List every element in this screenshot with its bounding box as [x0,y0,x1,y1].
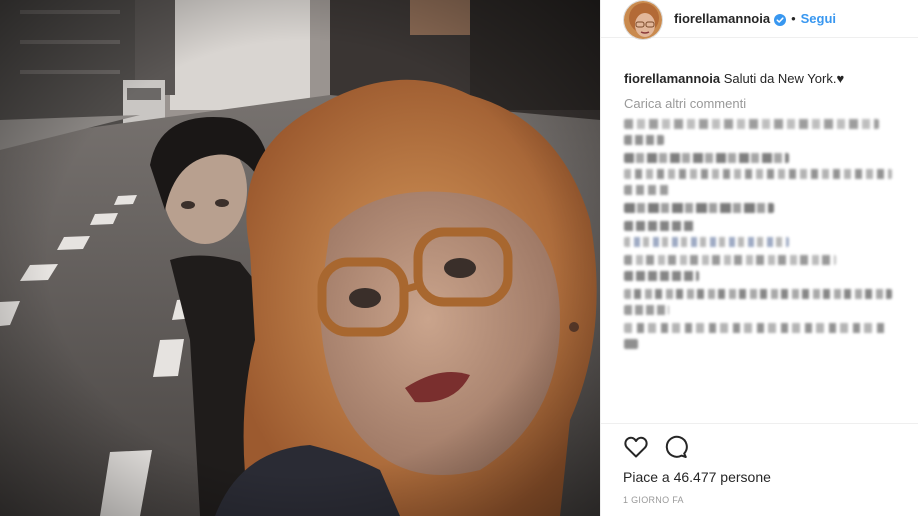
action-icons [623,424,918,469]
post-actions: Piace a 46.477 persone 1 GIORNO FA [601,423,918,505]
blurred-text [624,153,789,163]
blurred-comment [624,289,903,315]
blurred-text [624,169,892,179]
blurred-text [624,237,789,247]
caption-text: Saluti da New York. [723,71,837,86]
blurred-text [624,323,886,333]
blurred-comment [624,323,903,349]
blurred-text [624,203,774,213]
load-more-comments-button[interactable]: Carica altri commenti [624,96,903,111]
post-photo[interactable] [0,0,600,516]
post-side-panel: fiorellamannoia • Segui fiorellamannoia … [600,0,918,516]
blurred-text [624,289,892,299]
blurred-comment [624,153,903,195]
post-timestamp[interactable]: 1 GIORNO FA [623,495,918,505]
blurred-text [624,119,879,129]
avatar-image [624,0,662,39]
blurred-comment [624,203,903,213]
blurred-text [624,135,664,145]
blurred-text [624,221,694,231]
avatar[interactable] [623,0,663,40]
blurred-comment [624,221,903,247]
post-caption: fiorellamannoia Saluti da New York.♥ [624,70,903,88]
follow-button[interactable]: Segui [801,11,836,26]
post-header: fiorellamannoia • Segui [601,0,918,40]
blurred-comment [624,119,903,145]
blurred-text [624,255,836,265]
blurred-text [624,185,669,195]
blurred-comment [624,255,903,281]
blurred-text [624,271,699,281]
verified-badge-icon [774,13,787,26]
header-separator: • [791,11,796,26]
blurred-text [624,305,669,315]
caption-heart: ♥ [836,71,845,86]
heart-outline-icon[interactable] [623,434,649,460]
comments-list[interactable]: fiorellamannoia Saluti da New York.♥ Car… [601,62,918,424]
username-link[interactable]: fiorellamannoia [674,11,770,26]
post-photo-illustration [0,0,600,516]
comment-bubble-icon[interactable] [663,434,689,460]
blurred-text [624,339,638,349]
caption-username[interactable]: fiorellamannoia [624,71,720,86]
likes-count[interactable]: Piace a 46.477 persone [623,469,918,485]
